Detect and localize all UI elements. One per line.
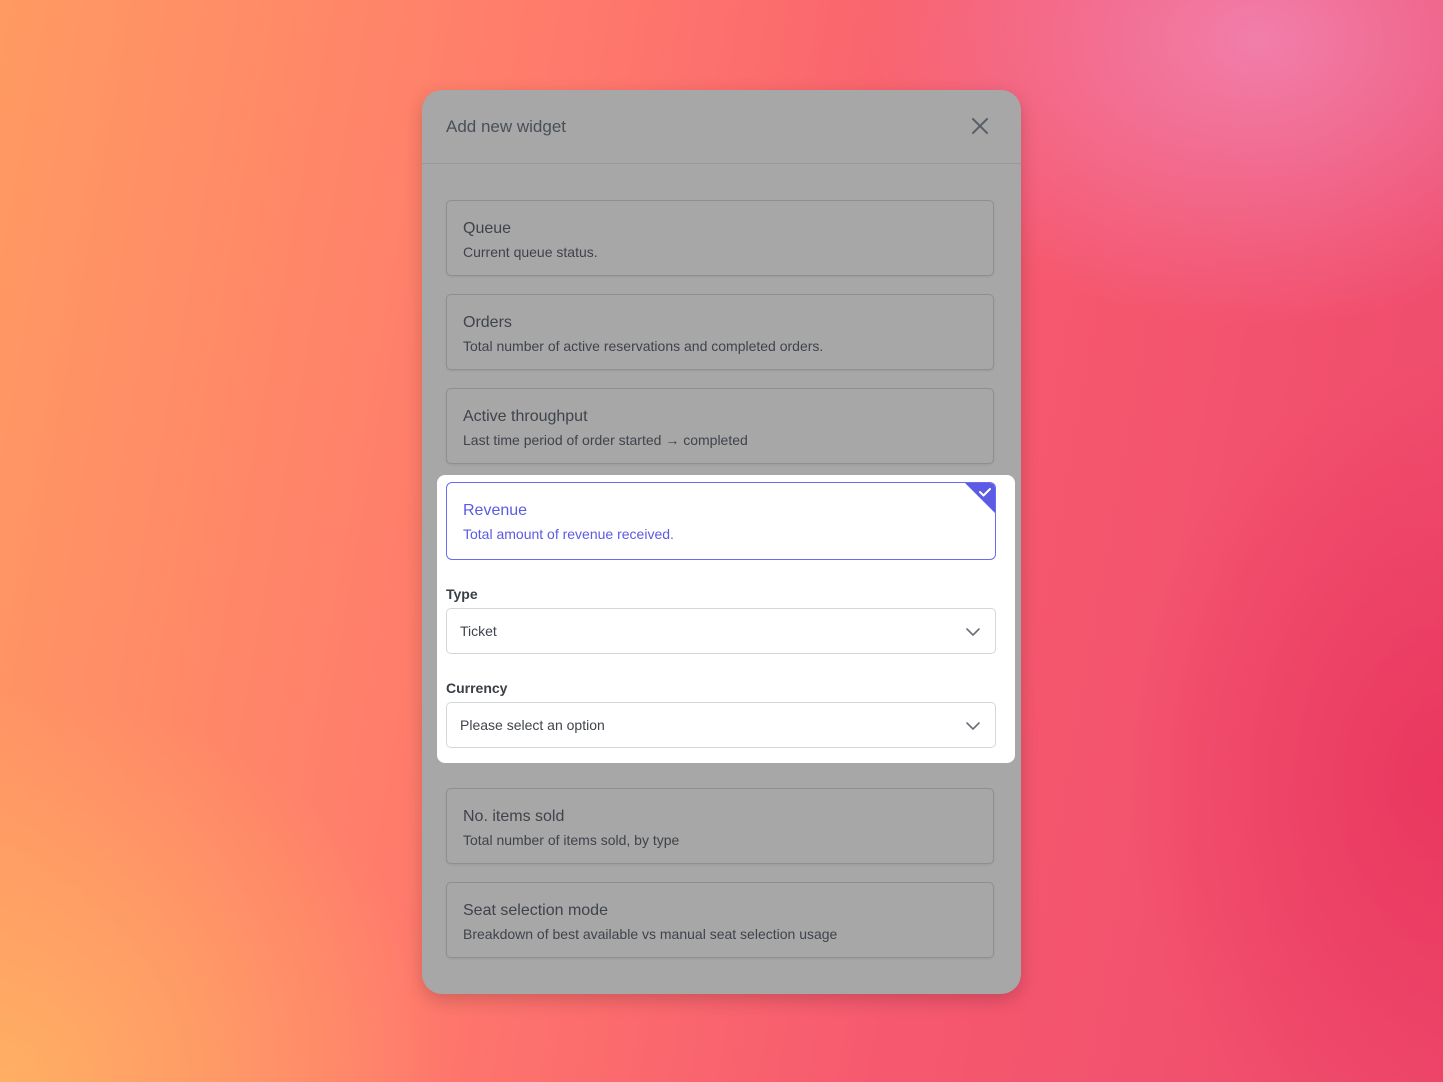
widget-title: Revenue: [463, 502, 528, 519]
widget-description: Total number of items sold, by type: [463, 832, 680, 848]
checkmark-icon: [965, 483, 995, 513]
currency-select[interactable]: Please select an option: [446, 702, 996, 748]
widget-title: Queue: [463, 220, 512, 237]
widget-title: Seat selection mode: [463, 902, 608, 919]
widget-option-revenue[interactable]: Revenue Total amount of revenue received…: [446, 482, 996, 560]
widget-title: Active throughput: [463, 408, 588, 425]
widget-option-orders[interactable]: Orders Total number of active reservatio…: [446, 294, 994, 370]
chevron-down-icon: [966, 628, 980, 636]
widget-option-active-throughput[interactable]: Active throughput Last time period of or…: [446, 388, 994, 464]
close-button[interactable]: [967, 113, 993, 139]
widget-description: Last time period of order started → comp…: [463, 432, 748, 448]
widget-option-queue[interactable]: Queue Current queue status.: [446, 200, 994, 276]
revenue-spotlight-panel: Revenue Total amount of revenue received…: [437, 475, 1015, 763]
widget-description: Current queue status.: [463, 244, 598, 260]
type-label: Type: [446, 586, 478, 602]
widget-title: Orders: [463, 314, 512, 331]
type-select-value: Ticket: [460, 623, 497, 639]
type-select[interactable]: Ticket: [446, 608, 996, 654]
widget-option-items-sold[interactable]: No. items sold Total number of items sol…: [446, 788, 994, 864]
widget-description: Total amount of revenue received.: [463, 526, 674, 542]
widget-description: Total number of active reservations and …: [463, 338, 824, 354]
chevron-down-icon: [966, 722, 980, 730]
currency-label: Currency: [446, 680, 508, 696]
widget-description: Breakdown of best available vs manual se…: [463, 926, 838, 942]
currency-select-placeholder: Please select an option: [460, 717, 605, 733]
close-icon: [972, 118, 988, 134]
widget-option-seat-selection-mode[interactable]: Seat selection mode Breakdown of best av…: [446, 882, 994, 958]
widget-title: No. items sold: [463, 808, 565, 825]
modal-header: Add new widget: [422, 90, 1021, 164]
modal-title: Add new widget: [446, 117, 567, 136]
